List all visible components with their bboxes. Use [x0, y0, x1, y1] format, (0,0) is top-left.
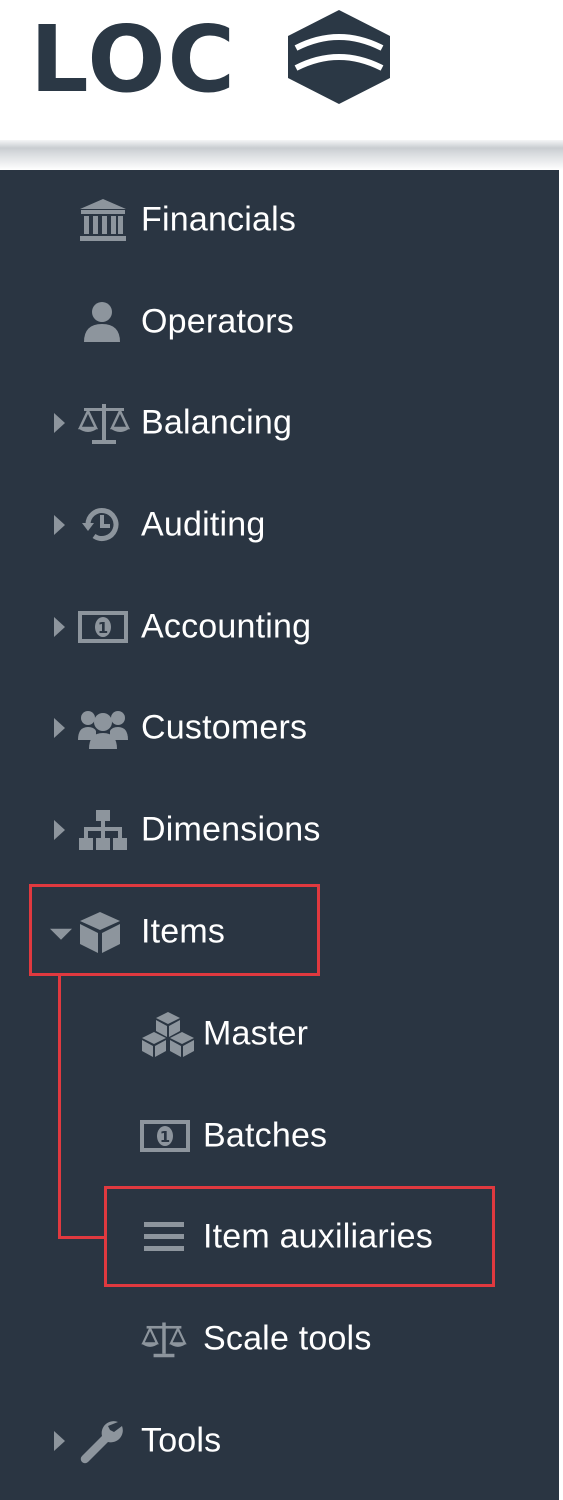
- highlight-connector-horizontal: [58, 1236, 104, 1239]
- nav-label-balancing: Balancing: [141, 403, 293, 442]
- bank-icon: [80, 199, 126, 241]
- expand-caret-icon[interactable]: [54, 1431, 65, 1451]
- nav-label-auditing: Auditing: [141, 505, 266, 544]
- nav-item-tools[interactable]: Tools: [0, 1406, 559, 1476]
- logo-text: LOC: [30, 6, 238, 113]
- nav-item-financials[interactable]: Financials: [0, 185, 559, 255]
- nav-label-tools: Tools: [141, 1421, 222, 1460]
- scale-icon: [78, 404, 130, 444]
- nav-label-master: Master: [203, 1014, 309, 1053]
- highlight-box-items: [29, 884, 320, 976]
- nav-item-scale-tools[interactable]: Scale tools: [0, 1304, 559, 1374]
- nav-label-accounting: Accounting: [141, 607, 312, 646]
- nav-label-scale-tools: Scale tools: [203, 1319, 372, 1358]
- header-divider: [0, 140, 563, 170]
- nav-item-batches[interactable]: 1 Batches: [0, 1101, 559, 1171]
- app-header: LOC: [0, 0, 563, 140]
- nav-item-operators[interactable]: Operators: [0, 287, 559, 357]
- svg-text:1: 1: [160, 1128, 170, 1146]
- expand-caret-icon[interactable]: [54, 617, 65, 637]
- logo-hexagon-icon: [288, 10, 390, 104]
- nav-item-customers[interactable]: Customers: [0, 693, 559, 763]
- nav-label-operators: Operators: [141, 302, 294, 341]
- money-icon: 1: [140, 1120, 190, 1152]
- users-icon: [78, 711, 128, 749]
- user-icon: [84, 302, 120, 342]
- nav-item-auditing[interactable]: Auditing: [0, 490, 559, 560]
- nav-item-accounting[interactable]: 1 Accounting: [0, 592, 559, 662]
- nav-item-balancing[interactable]: Balancing: [0, 388, 559, 458]
- sitemap-icon: [79, 810, 127, 850]
- history-icon: [82, 508, 119, 541]
- svg-text:1: 1: [98, 619, 108, 637]
- scale-icon: [141, 1322, 187, 1358]
- wrench-icon: [80, 1421, 123, 1464]
- highlight-connector-vertical: [58, 976, 61, 1239]
- nav-label-financials: Financials: [141, 200, 297, 239]
- cubes-icon: [142, 1012, 194, 1057]
- expand-caret-icon[interactable]: [54, 718, 65, 738]
- nav-label-customers: Customers: [141, 708, 308, 747]
- expand-caret-icon[interactable]: [54, 515, 65, 535]
- nav-item-master[interactable]: Master: [0, 999, 559, 1069]
- highlight-box-item-auxiliaries: [104, 1186, 495, 1287]
- money-icon: 1: [78, 611, 128, 643]
- nav-item-dimensions[interactable]: Dimensions: [0, 795, 559, 865]
- expand-caret-icon[interactable]: [54, 820, 65, 840]
- sidebar-edge: [559, 170, 563, 1500]
- expand-caret-icon[interactable]: [54, 413, 65, 433]
- nav-label-batches: Batches: [203, 1116, 328, 1155]
- nav-label-dimensions: Dimensions: [141, 810, 321, 849]
